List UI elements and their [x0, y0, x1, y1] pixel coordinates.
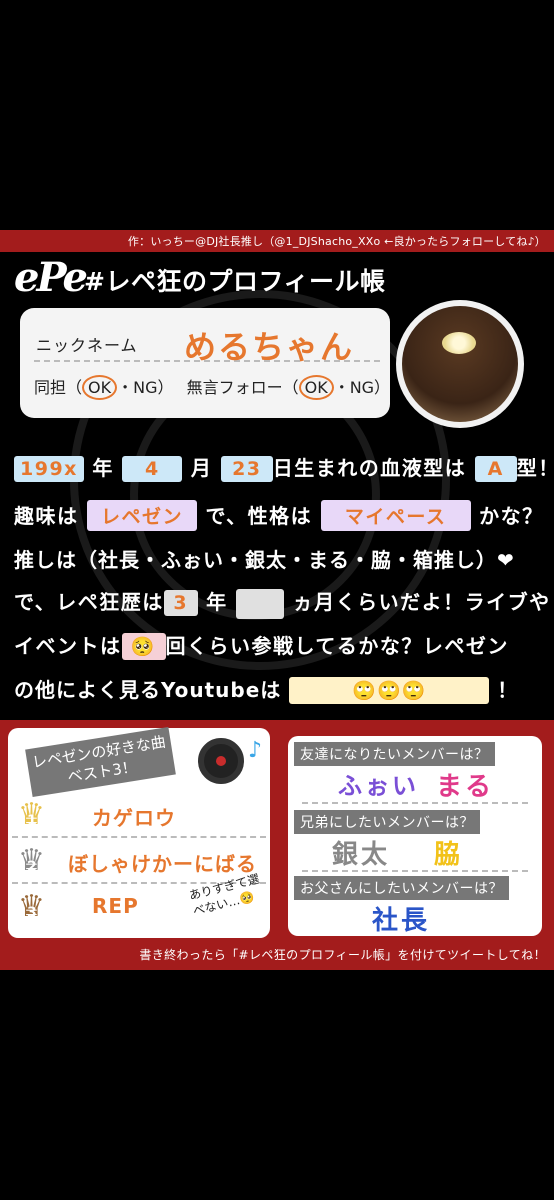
nickname-value: めるちゃん [184, 328, 355, 366]
hair-clip-icon [442, 332, 476, 354]
same-oshi-label: 同担（ [34, 378, 83, 397]
nickname-row: ニックネーム めるちゃん [34, 320, 380, 366]
youtube-suffix: ！ [497, 678, 519, 702]
epe-logo: ePe [14, 254, 88, 301]
best3-box: レペゼンの好きな曲ベスト3！ ♪ ♛ 1 カゲロウ ♛ 2 ぼしゃけかーにばる ♛ 3… [8, 726, 270, 938]
avatar [396, 300, 524, 428]
divider [302, 802, 528, 804]
year-suffix: 年 [92, 456, 114, 480]
oshi-line: 推しは（社長・ふぉい・銀太・まる・脇・箱推し）❤ [14, 548, 515, 572]
answer-father: 社長 [372, 906, 431, 936]
day-suffix: 日生まれの血液型は [272, 456, 467, 480]
silent-follow-ok: OK [298, 375, 334, 400]
credit-text: 作：いっちー@DJ社長推し（@1_DJShacho_XXo ←良かったらフォロー… [127, 235, 546, 248]
avatar-photo [402, 306, 518, 422]
same-oshi-ng: ・NG） [117, 378, 174, 397]
rank-2: 2 [27, 859, 37, 875]
page-title: #レペ狂のプロフィール帳 [84, 267, 386, 296]
personality-value: マイペース [320, 500, 471, 531]
questions-box: 友達になりたいメンバーは？ ふぉい まる 兄弟にしたいメンバーは？ 銀太 脇 お… [288, 736, 542, 936]
blood-type: A [474, 456, 517, 482]
hobby-mid: で、性格は [205, 504, 313, 528]
rank-1: 1 [27, 813, 37, 829]
answer-sibling-1: 銀太 [332, 840, 391, 870]
song-1: カゲロウ [92, 806, 176, 830]
history-year-suffix: 年 [206, 590, 228, 614]
blood-suffix: 型！ [516, 456, 554, 480]
birthday-line: 199x 年 4 月 23日生まれの血液型は A型！ [14, 452, 554, 482]
crown-gold-icon: ♛ 1 [18, 800, 45, 830]
hobby-line: 趣味は レペゼン で、性格は マイペース かな？ [14, 500, 544, 531]
hobby-prefix: 趣味は [14, 504, 79, 528]
best3-tag: レペゼンの好きな曲ベスト3！ [25, 726, 176, 798]
event-suffix: 回くらい参戦してるかな？レペゼン [165, 634, 509, 658]
birth-day: 23 [220, 456, 273, 482]
history-prefix: で、レペ狂歴は [14, 590, 164, 614]
crown-silver-icon: ♛ 2 [18, 846, 45, 876]
event-prefix: イベントは [14, 634, 122, 658]
crown-bronze-icon: ♛ 3 [18, 892, 45, 922]
song-2: ぼしゃけかーにばる [68, 852, 257, 876]
personality-suffix: かな？ [479, 504, 544, 528]
event-count: 🥺 [121, 633, 166, 660]
silent-follow-label: 無言フォロー（ [186, 378, 299, 397]
credit-bar: 作：いっちー@DJ社長推し（@1_DJShacho_XXo ←良かったらフォロー… [0, 230, 554, 252]
youtube-prefix: の他によく見るYoutubeは [14, 678, 282, 702]
profile-card: 作：いっちー@DJ社長推し（@1_DJShacho_XXo ←良かったらフォロー… [0, 230, 554, 970]
best-row-1: ♛ 1 カゲロウ [12, 794, 266, 838]
divider [302, 870, 528, 872]
event-line: イベントは 🥺 回くらい参戦してるかな？レペゼン [14, 630, 509, 660]
ok-ng-row: 同担（ OK ・NG） 無言フォロー（ OK ・NG） [34, 374, 390, 400]
month-suffix: 月 [190, 456, 213, 480]
silent-follow-ng: ・NG） [333, 378, 391, 397]
history-suffix: ヵ月くらいだよ！ライブや [292, 590, 551, 614]
birth-year: 199x [14, 456, 84, 482]
rank-3: 3 [27, 905, 37, 921]
answer-sibling-2: 脇 [434, 840, 464, 870]
footer-text: 書き終わったら「#レペ狂のプロフィール帳」を付けてツイートしてね！ [139, 948, 546, 962]
music-note-icon: ♪ [248, 738, 263, 763]
hobby-value: レペゼン [86, 500, 197, 531]
question-father: お父さんにしたいメンバーは？ [294, 876, 509, 900]
answer-friend-1: ふぉい [338, 772, 419, 800]
history-line: で、レペ狂歴は 3 年 ヵ月くらいだよ！ライブや [14, 586, 551, 619]
question-friend: 友達になりたいメンバーは？ [294, 742, 495, 766]
bottom-panel: レペゼンの好きな曲ベスト3！ ♪ ♛ 1 カゲロウ ♛ 2 ぼしゃけかーにばる ♛ 3… [0, 720, 554, 970]
birth-month: 4 [122, 456, 183, 482]
record-icon [198, 738, 244, 784]
youtube-line: の他によく見るYoutubeは 🙄🙄🙄 ！ [14, 674, 518, 704]
history-months [236, 588, 285, 619]
youtube-value: 🙄🙄🙄 [289, 677, 490, 704]
same-oshi-ok: OK [82, 375, 118, 400]
profile-box: ニックネーム めるちゃん 同担（ OK ・NG） 無言フォロー（ OK ・NG） [20, 308, 390, 418]
answer-friend-2: まる [436, 772, 495, 802]
history-years: 3 [163, 590, 198, 616]
nickname-label: ニックネーム [36, 336, 138, 355]
song-3: REP [92, 894, 139, 918]
question-sibling: 兄弟にしたいメンバーは？ [294, 810, 480, 834]
